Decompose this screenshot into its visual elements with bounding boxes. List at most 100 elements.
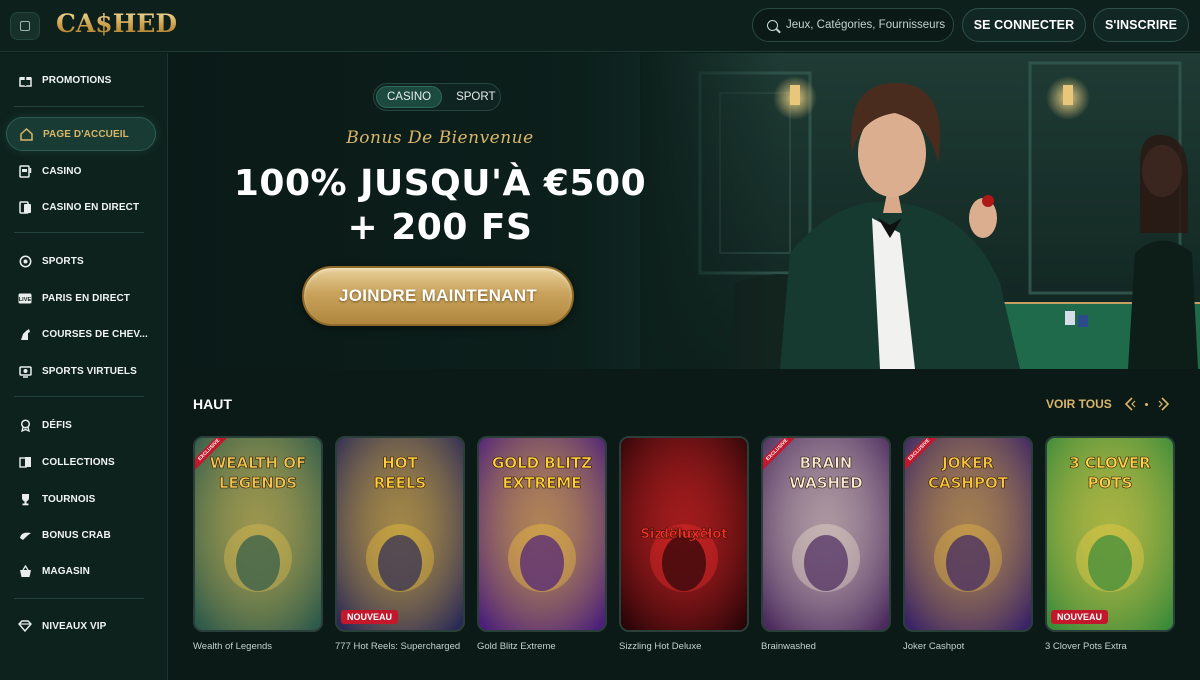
sidebar-item-label: DÉFIS — [42, 419, 72, 431]
game-tile[interactable]: 3 CLOVER POTS NOUVEAU — [1045, 436, 1175, 632]
sidebar-item-label: SPORTS — [42, 255, 84, 267]
game-title-art: JOKER — [941, 454, 994, 472]
game-tile[interactable]: BRAIN WASHED EXCLUSIVE — [761, 436, 891, 632]
game-name[interactable]: Wealth of Legends — [193, 641, 272, 652]
chevron-left-icon — [1124, 397, 1136, 411]
slot-machine-icon — [18, 164, 32, 178]
bonus-amount-line: 100% JUSQU'À €500 — [233, 163, 647, 204]
game-title-art: BRAIN — [800, 454, 853, 472]
section-title: HAUT — [193, 396, 232, 412]
sidebar-item-tournaments[interactable]: TOURNOIS — [6, 482, 156, 516]
game-tile[interactable]: Sizzling Hot deluxe — [619, 436, 749, 632]
game-title-art: WEALTH OF — [210, 454, 306, 472]
game-name[interactable]: Gold Blitz Extreme — [477, 641, 556, 652]
product-toggle[interactable]: CASINO SPORT — [373, 83, 501, 111]
sidebar-item-shop[interactable]: MAGASIN — [6, 554, 156, 588]
diamond-icon — [18, 619, 32, 633]
sidebar-item-vip-levels[interactable]: NIVEAUX VIP — [6, 609, 156, 643]
collections-icon — [18, 455, 32, 469]
ball-icon — [18, 254, 32, 268]
join-now-button[interactable]: JOINDRE MAINTENANT — [302, 266, 574, 326]
challenge-icon — [18, 418, 32, 432]
svg-text:LIVE: LIVE — [19, 297, 32, 303]
horse-icon — [18, 327, 32, 341]
register-button[interactable]: S'INSCRIRE — [1093, 8, 1189, 42]
basket-icon — [18, 564, 32, 578]
game-title-art: REELS — [374, 474, 426, 492]
top-header: CA$HED SE CONNECTER S'INSCRIRE — [0, 0, 1200, 52]
game-title-art: HOT — [382, 454, 418, 472]
sidebar-item-label: BONUS CRAB — [42, 529, 111, 541]
sidebar-toggle-button[interactable] — [10, 12, 40, 40]
game-name[interactable]: Sizzling Hot Deluxe — [619, 641, 701, 652]
game-tile[interactable]: GOLD BLITZ EXTREME — [477, 436, 607, 632]
divider — [14, 232, 144, 233]
game-thumbnail: WEALTH OF LEGENDS — [195, 438, 321, 630]
panel-icon — [20, 21, 30, 31]
sidebar-item-label: NIVEAUX VIP — [42, 620, 107, 632]
sidebar-item-sports[interactable]: SPORTS — [6, 244, 156, 278]
game-name[interactable]: Brainwashed — [761, 641, 816, 652]
game-title-art: LEGENDS — [219, 474, 297, 492]
game-title-art: WASHED — [789, 474, 863, 492]
crab-icon — [18, 528, 32, 542]
game-title-art: EXTREME — [502, 474, 581, 492]
sidebar-item-label: MAGASIN — [42, 565, 90, 577]
sidebar-item-label: PROMOTIONS — [42, 74, 112, 86]
game-thumbnail: 3 CLOVER POTS — [1047, 438, 1173, 630]
free-spins-line: + 200 FS — [347, 207, 533, 248]
divider — [14, 106, 144, 107]
logo[interactable]: CA$HED — [56, 9, 177, 38]
game-name[interactable]: 777 Hot Reels: Supercharged — [335, 641, 460, 652]
live-cards-icon — [18, 200, 32, 214]
sidebar-item-label: PARIS EN DIRECT — [42, 292, 130, 304]
chevron-right-icon — [1158, 397, 1170, 411]
game-thumbnail: JOKER CASHPOT — [905, 438, 1031, 630]
carousel-prev-button[interactable] — [1122, 396, 1138, 412]
see-all-link[interactable]: VOIR TOUS — [1046, 397, 1112, 411]
sidebar-item-challenges[interactable]: DÉFIS — [6, 408, 156, 442]
search-input[interactable] — [786, 19, 946, 31]
game-name[interactable]: Joker Cashpot — [903, 641, 964, 652]
divider — [14, 598, 144, 599]
sidebar-item-label: TOURNOIS — [42, 493, 96, 505]
search-icon — [767, 19, 778, 31]
game-thumbnail: HOT REELS — [337, 438, 463, 630]
game-name[interactable]: 3 Clover Pots Extra — [1045, 641, 1127, 652]
tab-sport[interactable]: SPORT — [446, 86, 505, 108]
sidebar-item-promotions[interactable]: PROMOTIONS — [6, 63, 156, 97]
login-button[interactable]: SE CONNECTER — [962, 8, 1086, 42]
tab-casino[interactable]: CASINO — [376, 86, 443, 108]
game-thumbnail: BRAIN WASHED — [763, 438, 889, 630]
sidebar-item-live-betting[interactable]: LIVE PARIS EN DIRECT — [6, 281, 156, 315]
game-thumbnail: Sizzling Hotdeluxe — [621, 438, 747, 630]
game-title-art: deluxe — [659, 527, 708, 542]
sidebar-item-virtual-sports[interactable]: SPORTS VIRTUELS — [6, 354, 156, 388]
hero-banner: CASINO SPORT Bonus De Bienvenue 100% JUS… — [170, 53, 1200, 369]
sidebar-item-bonus-crab[interactable]: BONUS CRAB — [6, 518, 156, 552]
search-box[interactable] — [752, 8, 954, 42]
game-title-art: POTS — [1088, 474, 1133, 492]
game-title-art: 3 CLOVER — [1069, 454, 1151, 472]
sidebar-item-collections[interactable]: COLLECTIONS — [6, 445, 156, 479]
sidebar-item-label: SPORTS VIRTUELS — [42, 365, 137, 377]
new-badge: NOUVEAU — [341, 610, 399, 624]
live-badge-icon: LIVE — [18, 291, 32, 305]
carousel-dot — [1145, 403, 1148, 406]
game-title-art: GOLD BLITZ — [492, 454, 592, 472]
hero-illustration — [640, 53, 1200, 369]
new-badge: NOUVEAU — [1051, 610, 1109, 624]
game-title-art: CASHPOT — [928, 474, 1009, 492]
game-tile[interactable]: WEALTH OF LEGENDS EXCLUSIVE — [193, 436, 323, 632]
sidebar-item-label: COLLECTIONS — [42, 456, 115, 468]
home-icon — [19, 127, 33, 141]
game-tile[interactable]: HOT REELS NOUVEAU — [335, 436, 465, 632]
sidebar-item-horse-racing[interactable]: COURSES DE CHEV... — [6, 317, 156, 351]
sidebar-item-live-casino[interactable]: CASINO EN DIRECT — [6, 190, 156, 224]
sidebar-item-casino[interactable]: CASINO — [6, 154, 156, 188]
sidebar-item-home[interactable]: PAGE D'ACCUEIL — [6, 117, 156, 151]
game-tile[interactable]: JOKER CASHPOT EXCLUSIVE — [903, 436, 1033, 632]
gift-icon — [18, 73, 32, 87]
carousel-next-button[interactable] — [1156, 396, 1172, 412]
trophy-icon — [18, 492, 32, 506]
